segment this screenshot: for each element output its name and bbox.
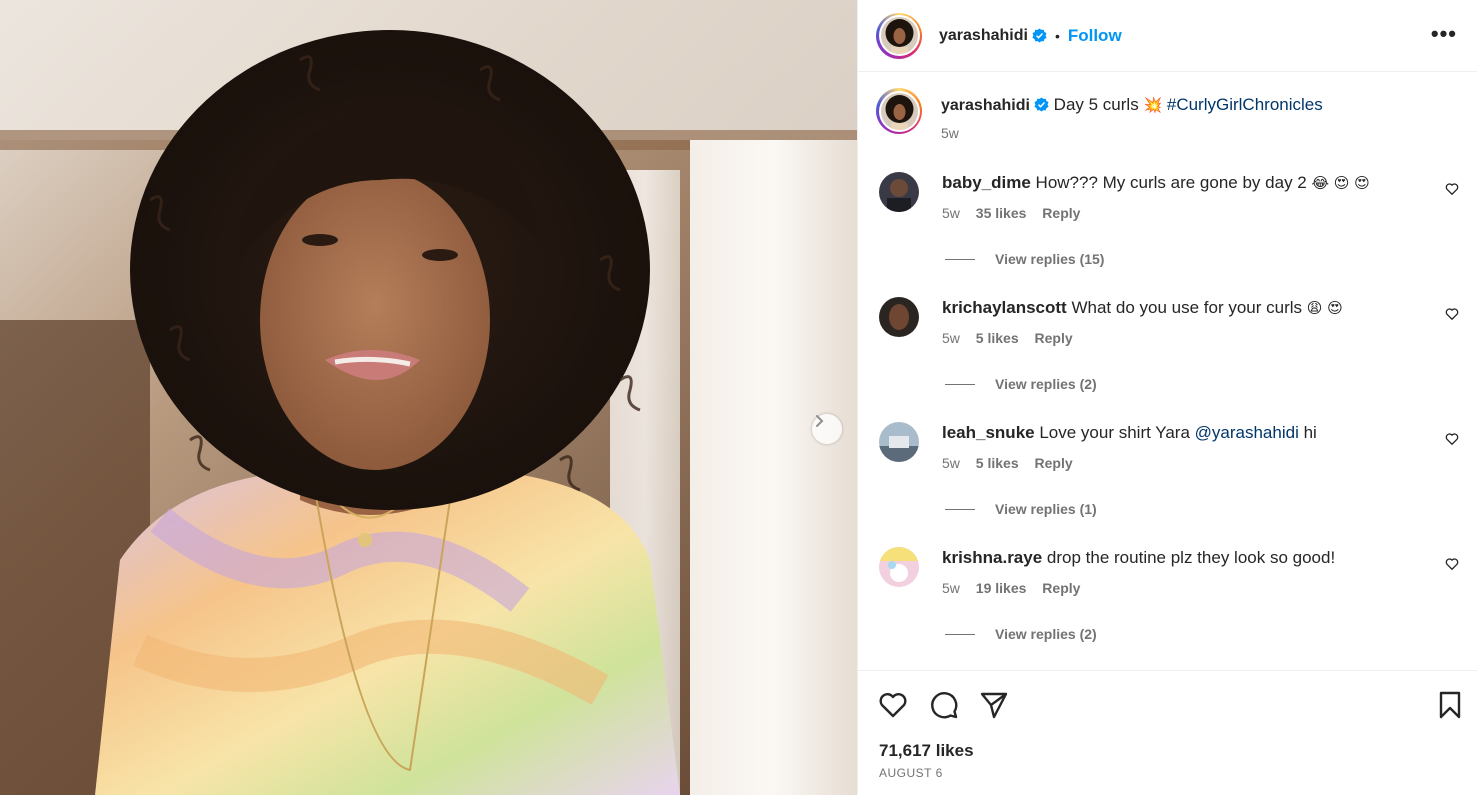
- comment-icon[interactable]: [928, 689, 960, 721]
- view-replies-label: View replies (2): [995, 626, 1097, 642]
- view-replies-button[interactable]: View replies (2): [945, 376, 1097, 392]
- commenter-avatar[interactable]: [879, 297, 919, 337]
- post-actions: 71,617 likes AUGUST 6: [858, 670, 1477, 795]
- view-replies-label: View replies (1): [995, 501, 1097, 517]
- separator-dot: •: [1054, 27, 1060, 44]
- likes-count[interactable]: 71,617 likes: [879, 741, 974, 761]
- comment-likes[interactable]: 19 likes: [976, 580, 1027, 596]
- view-replies-label: View replies (2): [995, 376, 1097, 392]
- reply-button[interactable]: Reply: [1042, 580, 1080, 596]
- comment-time: 5w: [942, 455, 960, 471]
- caption-emoji: 💥: [1143, 96, 1163, 114]
- avatar-image: [880, 92, 918, 130]
- comment-likes[interactable]: 35 likes: [976, 205, 1027, 221]
- heart-icon[interactable]: [877, 689, 909, 721]
- comment-likes[interactable]: 5 likes: [976, 455, 1019, 471]
- comment-heart-icon[interactable]: [1445, 307, 1459, 321]
- chevron-right-icon: [816, 415, 824, 427]
- reply-button[interactable]: Reply: [1042, 205, 1080, 221]
- post-caption: yarashahidi Day 5 curls 💥 #CurlyGirlChro…: [876, 88, 1323, 141]
- next-photo-button[interactable]: [812, 414, 842, 444]
- comment-item: baby_dime How??? My curls are gone by da…: [879, 172, 1469, 224]
- reply-button[interactable]: Reply: [1035, 330, 1073, 346]
- more-options-icon[interactable]: •••: [1431, 23, 1457, 45]
- comment-heart-icon[interactable]: [1445, 182, 1459, 196]
- comment-time: 5w: [942, 205, 960, 221]
- comment-username[interactable]: krichaylanscott: [942, 298, 1067, 317]
- comment-emoji: 😂 😍 😍: [1311, 174, 1370, 192]
- verified-badge-icon: [1032, 28, 1047, 43]
- post-photo[interactable]: [0, 0, 857, 795]
- comment-text: Love your shirt Yara: [1039, 423, 1190, 442]
- view-replies-button[interactable]: View replies (2): [945, 626, 1097, 642]
- replies-divider: [945, 508, 975, 510]
- avatar-image: [880, 17, 918, 54]
- comment-username[interactable]: krishna.raye: [942, 548, 1042, 567]
- view-replies-label: View replies (15): [995, 251, 1105, 267]
- view-replies-button[interactable]: View replies (1): [945, 501, 1097, 517]
- comment-emoji: 😩 😍: [1306, 299, 1343, 317]
- bookmark-icon[interactable]: [1434, 689, 1466, 721]
- caption-username[interactable]: yarashahidi: [941, 97, 1030, 114]
- follow-button[interactable]: Follow: [1068, 26, 1122, 46]
- caption-text: Day 5 curls: [1053, 95, 1139, 114]
- replies-divider: [945, 633, 975, 635]
- comment-username[interactable]: baby_dime: [942, 173, 1031, 192]
- comment-mention[interactable]: @yarashahidi: [1195, 423, 1299, 442]
- reply-button[interactable]: Reply: [1035, 455, 1073, 471]
- view-replies-button[interactable]: View replies (15): [945, 251, 1104, 267]
- comment-likes[interactable]: 5 likes: [976, 330, 1019, 346]
- replies-divider: [945, 258, 975, 260]
- post-sidebar: yarashahidi • Follow ••• yarashahidi Day…: [857, 0, 1477, 795]
- comment-heart-icon[interactable]: [1445, 557, 1459, 571]
- author-username[interactable]: yarashahidi: [939, 27, 1028, 45]
- comment-heart-icon[interactable]: [1445, 432, 1459, 446]
- comment-item: leah_snuke Love your shirt Yara @yarasha…: [879, 422, 1469, 474]
- comment-text: What do you use for your curls: [1071, 298, 1303, 317]
- comment-username[interactable]: leah_snuke: [942, 423, 1035, 442]
- author-avatar[interactable]: [876, 12, 922, 59]
- commenter-avatar[interactable]: [879, 422, 919, 462]
- post-date: AUGUST 6: [879, 766, 943, 780]
- caption-hashtag[interactable]: #CurlyGirlChronicles: [1167, 95, 1323, 114]
- comment-time: 5w: [942, 580, 960, 596]
- comment-text: drop the routine plz they look so good!: [1046, 548, 1336, 567]
- comment-item: krishna.raye drop the routine plz they l…: [879, 547, 1469, 599]
- commenter-avatar[interactable]: [879, 172, 919, 212]
- photo-illustration: [0, 0, 857, 795]
- commenter-avatar[interactable]: [879, 547, 919, 587]
- comment-time: 5w: [942, 330, 960, 346]
- caption-time: 5w: [941, 125, 959, 141]
- share-icon[interactable]: [978, 689, 1010, 721]
- comment-text: How??? My curls are gone by day 2: [1035, 173, 1307, 192]
- replies-divider: [945, 383, 975, 385]
- comment-item: krichaylanscott What do you use for your…: [879, 297, 1469, 349]
- caption-author-avatar[interactable]: [876, 88, 922, 134]
- verified-badge-icon: [1034, 97, 1049, 112]
- comment-text-after: hi: [1303, 423, 1317, 442]
- post-header: yarashahidi • Follow •••: [858, 0, 1477, 72]
